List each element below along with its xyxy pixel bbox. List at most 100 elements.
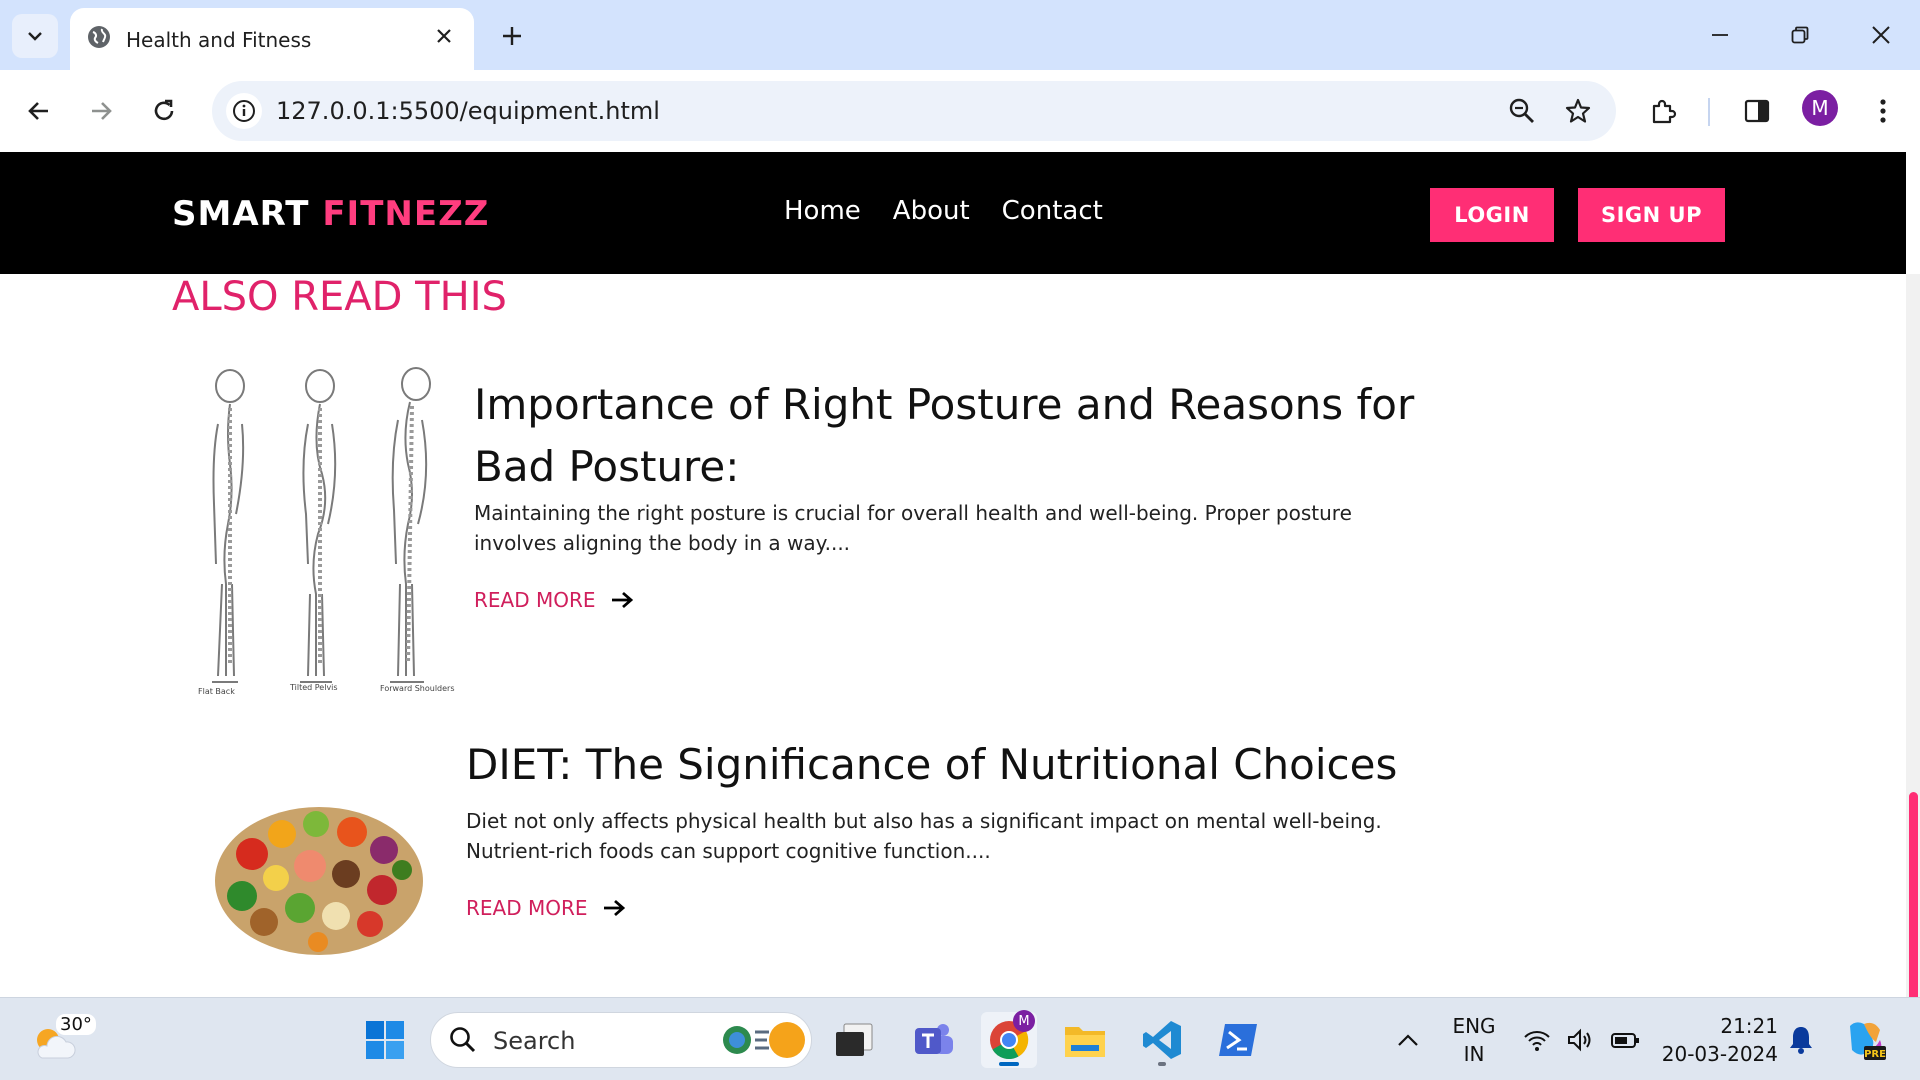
page-scrollbar[interactable] — [1906, 274, 1920, 997]
running-indicator — [1158, 1062, 1166, 1066]
taskbar: 30° Search M ENG IN 21:21 20-03-2024 PRE — [0, 997, 1920, 1080]
teams-app[interactable] — [906, 1012, 962, 1068]
powershell-icon — [1219, 1024, 1257, 1056]
chrome-app[interactable]: M — [981, 1010, 1037, 1068]
folder-icon — [1065, 1027, 1105, 1057]
task-view-button[interactable] — [826, 1012, 882, 1068]
posture-label-forward-shoulders: Forward Shoulders — [380, 684, 455, 693]
puzzle-icon — [1652, 99, 1677, 124]
article-description: Maintaining the right posture is crucial… — [474, 501, 1352, 555]
article-description: Diet not only affects physical health bu… — [466, 809, 1382, 863]
posture-image[interactable] — [196, 364, 460, 700]
minimize-icon — [1712, 34, 1728, 36]
chrome-profile-badge: M — [1013, 1010, 1035, 1032]
posture-label-flat-back: Flat Back — [198, 687, 235, 696]
read-more-label: READ MORE — [474, 588, 596, 612]
read-more-link[interactable]: READ MORE — [474, 588, 634, 612]
clock-date: 20-03-2024 — [1661, 1042, 1778, 1066]
site-logo[interactable]: SMART FITNEZZ — [172, 194, 489, 234]
browser-tab-bar: Health and Fitness — [0, 0, 1920, 70]
battery-icon — [1611, 1033, 1639, 1048]
login-button[interactable]: LOGIN — [1430, 188, 1554, 242]
side-panel-icon — [1744, 99, 1770, 123]
read-more-label: READ MORE — [466, 896, 588, 920]
new-tab-button[interactable] — [494, 18, 530, 54]
browser-tab[interactable]: Health and Fitness — [70, 8, 474, 70]
site-header: SMART FITNEZZ Home About Contact LOGIN S… — [0, 152, 1906, 274]
close-window-button[interactable] — [1857, 14, 1905, 56]
site-nav: Home About Contact — [784, 196, 1103, 226]
bell-icon — [1790, 1027, 1812, 1054]
nav-contact-link[interactable]: Contact — [1002, 196, 1103, 226]
globe-icon — [86, 24, 112, 54]
extensions-button[interactable] — [1642, 90, 1684, 132]
powershell-app[interactable] — [1210, 1012, 1266, 1068]
weather-widget[interactable]: 30° — [30, 1012, 96, 1066]
read-more-link[interactable]: READ MORE — [466, 896, 626, 920]
logo-accent: FITNEZZ — [322, 194, 490, 234]
nav-about-link[interactable]: About — [893, 196, 970, 226]
chevron-down-icon — [28, 32, 42, 41]
file-explorer-app[interactable] — [1057, 1012, 1113, 1068]
section-title: ALSO READ THIS — [172, 274, 507, 320]
teams-icon — [915, 1024, 953, 1054]
site-info-icon[interactable] — [226, 93, 262, 129]
copilot-icon: PRE — [1850, 1022, 1886, 1060]
temperature: 30° — [56, 1014, 96, 1035]
arrow-right-icon — [92, 102, 112, 120]
browser-menu-button[interactable] — [1862, 90, 1904, 132]
clock[interactable]: 21:21 20-03-2024 — [1658, 1012, 1778, 1068]
windows-logo-icon — [366, 1021, 404, 1059]
tab-search-button[interactable] — [12, 14, 58, 58]
forward-button[interactable] — [80, 90, 122, 132]
nav-home-link[interactable]: Home — [784, 196, 861, 226]
side-panel-button[interactable] — [1736, 90, 1778, 132]
article-title[interactable]: DIET: The Significance of Nutritional Ch… — [466, 734, 1466, 796]
browser-toolbar: 127.0.0.1:5500/equipment.html M — [0, 70, 1920, 152]
tab-title: Health and Fitness — [126, 28, 312, 52]
show-hidden-icons-button[interactable] — [1380, 1012, 1436, 1068]
diet-image[interactable] — [212, 804, 426, 958]
restore-icon — [1791, 26, 1809, 44]
taskbar-search[interactable]: Search — [430, 1012, 812, 1068]
web-page: SMART FITNEZZ Home About Contact LOGIN S… — [0, 152, 1920, 997]
start-button[interactable] — [357, 1012, 413, 1068]
chevron-up-icon — [1398, 1034, 1418, 1046]
search-placeholder: Search — [493, 1027, 576, 1055]
posture-label-tilted-pelvis: Tilted Pelvis — [290, 683, 338, 692]
task-view-icon — [836, 1023, 873, 1056]
zoom-icon[interactable] — [1504, 93, 1540, 129]
region-code: IN — [1463, 1042, 1485, 1066]
copilot-button[interactable]: PRE — [1836, 1012, 1892, 1068]
clock-time: 21:21 — [1720, 1014, 1778, 1038]
vscode-icon — [1143, 1021, 1181, 1059]
reload-icon — [154, 99, 174, 121]
more-vertical-icon — [1880, 99, 1886, 123]
restore-button[interactable] — [1776, 14, 1824, 56]
bookmark-star-icon[interactable] — [1560, 93, 1596, 129]
active-indicator — [999, 1062, 1019, 1066]
toolbar-divider — [1708, 98, 1710, 126]
search-icon — [450, 1027, 476, 1053]
reload-button[interactable] — [143, 90, 185, 132]
logo-primary: SMART — [172, 194, 310, 234]
volume-icon — [1568, 1028, 1591, 1052]
article-title[interactable]: Importance of Right Posture and Reasons … — [474, 374, 1434, 498]
arrow-left-icon — [28, 102, 48, 120]
system-tray-status[interactable] — [1522, 1022, 1640, 1058]
minimize-button[interactable] — [1696, 14, 1744, 56]
vscode-app[interactable] — [1134, 1012, 1190, 1068]
search-highlight-icon — [723, 1022, 805, 1058]
close-icon — [1872, 26, 1890, 44]
address-bar[interactable]: 127.0.0.1:5500/equipment.html — [212, 81, 1616, 141]
back-button[interactable] — [18, 90, 60, 132]
scrollbar-thumb[interactable] — [1909, 792, 1918, 997]
close-tab-icon[interactable] — [430, 22, 458, 50]
arrow-right-icon — [611, 591, 633, 609]
notifications-button[interactable] — [1773, 1012, 1829, 1068]
language-code: ENG — [1452, 1014, 1496, 1038]
signup-button[interactable]: SIGN UP — [1578, 188, 1725, 242]
arrow-right-icon — [603, 899, 625, 917]
language-indicator[interactable]: ENG IN — [1448, 1012, 1500, 1068]
profile-avatar[interactable]: M — [1802, 90, 1838, 126]
